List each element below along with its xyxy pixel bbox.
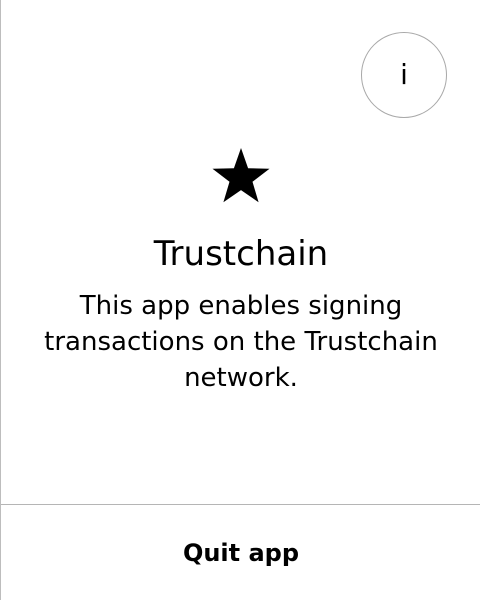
app-title: Trustchain <box>153 234 329 274</box>
app-home-screen: i Trustchain This app enables signing tr… <box>0 0 480 600</box>
quit-app-button[interactable]: Quit app <box>1 505 480 600</box>
star-icon <box>211 146 271 206</box>
quit-app-label: Quit app <box>182 538 300 567</box>
info-button[interactable]: i <box>361 32 447 118</box>
app-description: This app enables signing transactions on… <box>44 291 438 393</box>
info-icon: i <box>400 58 408 91</box>
